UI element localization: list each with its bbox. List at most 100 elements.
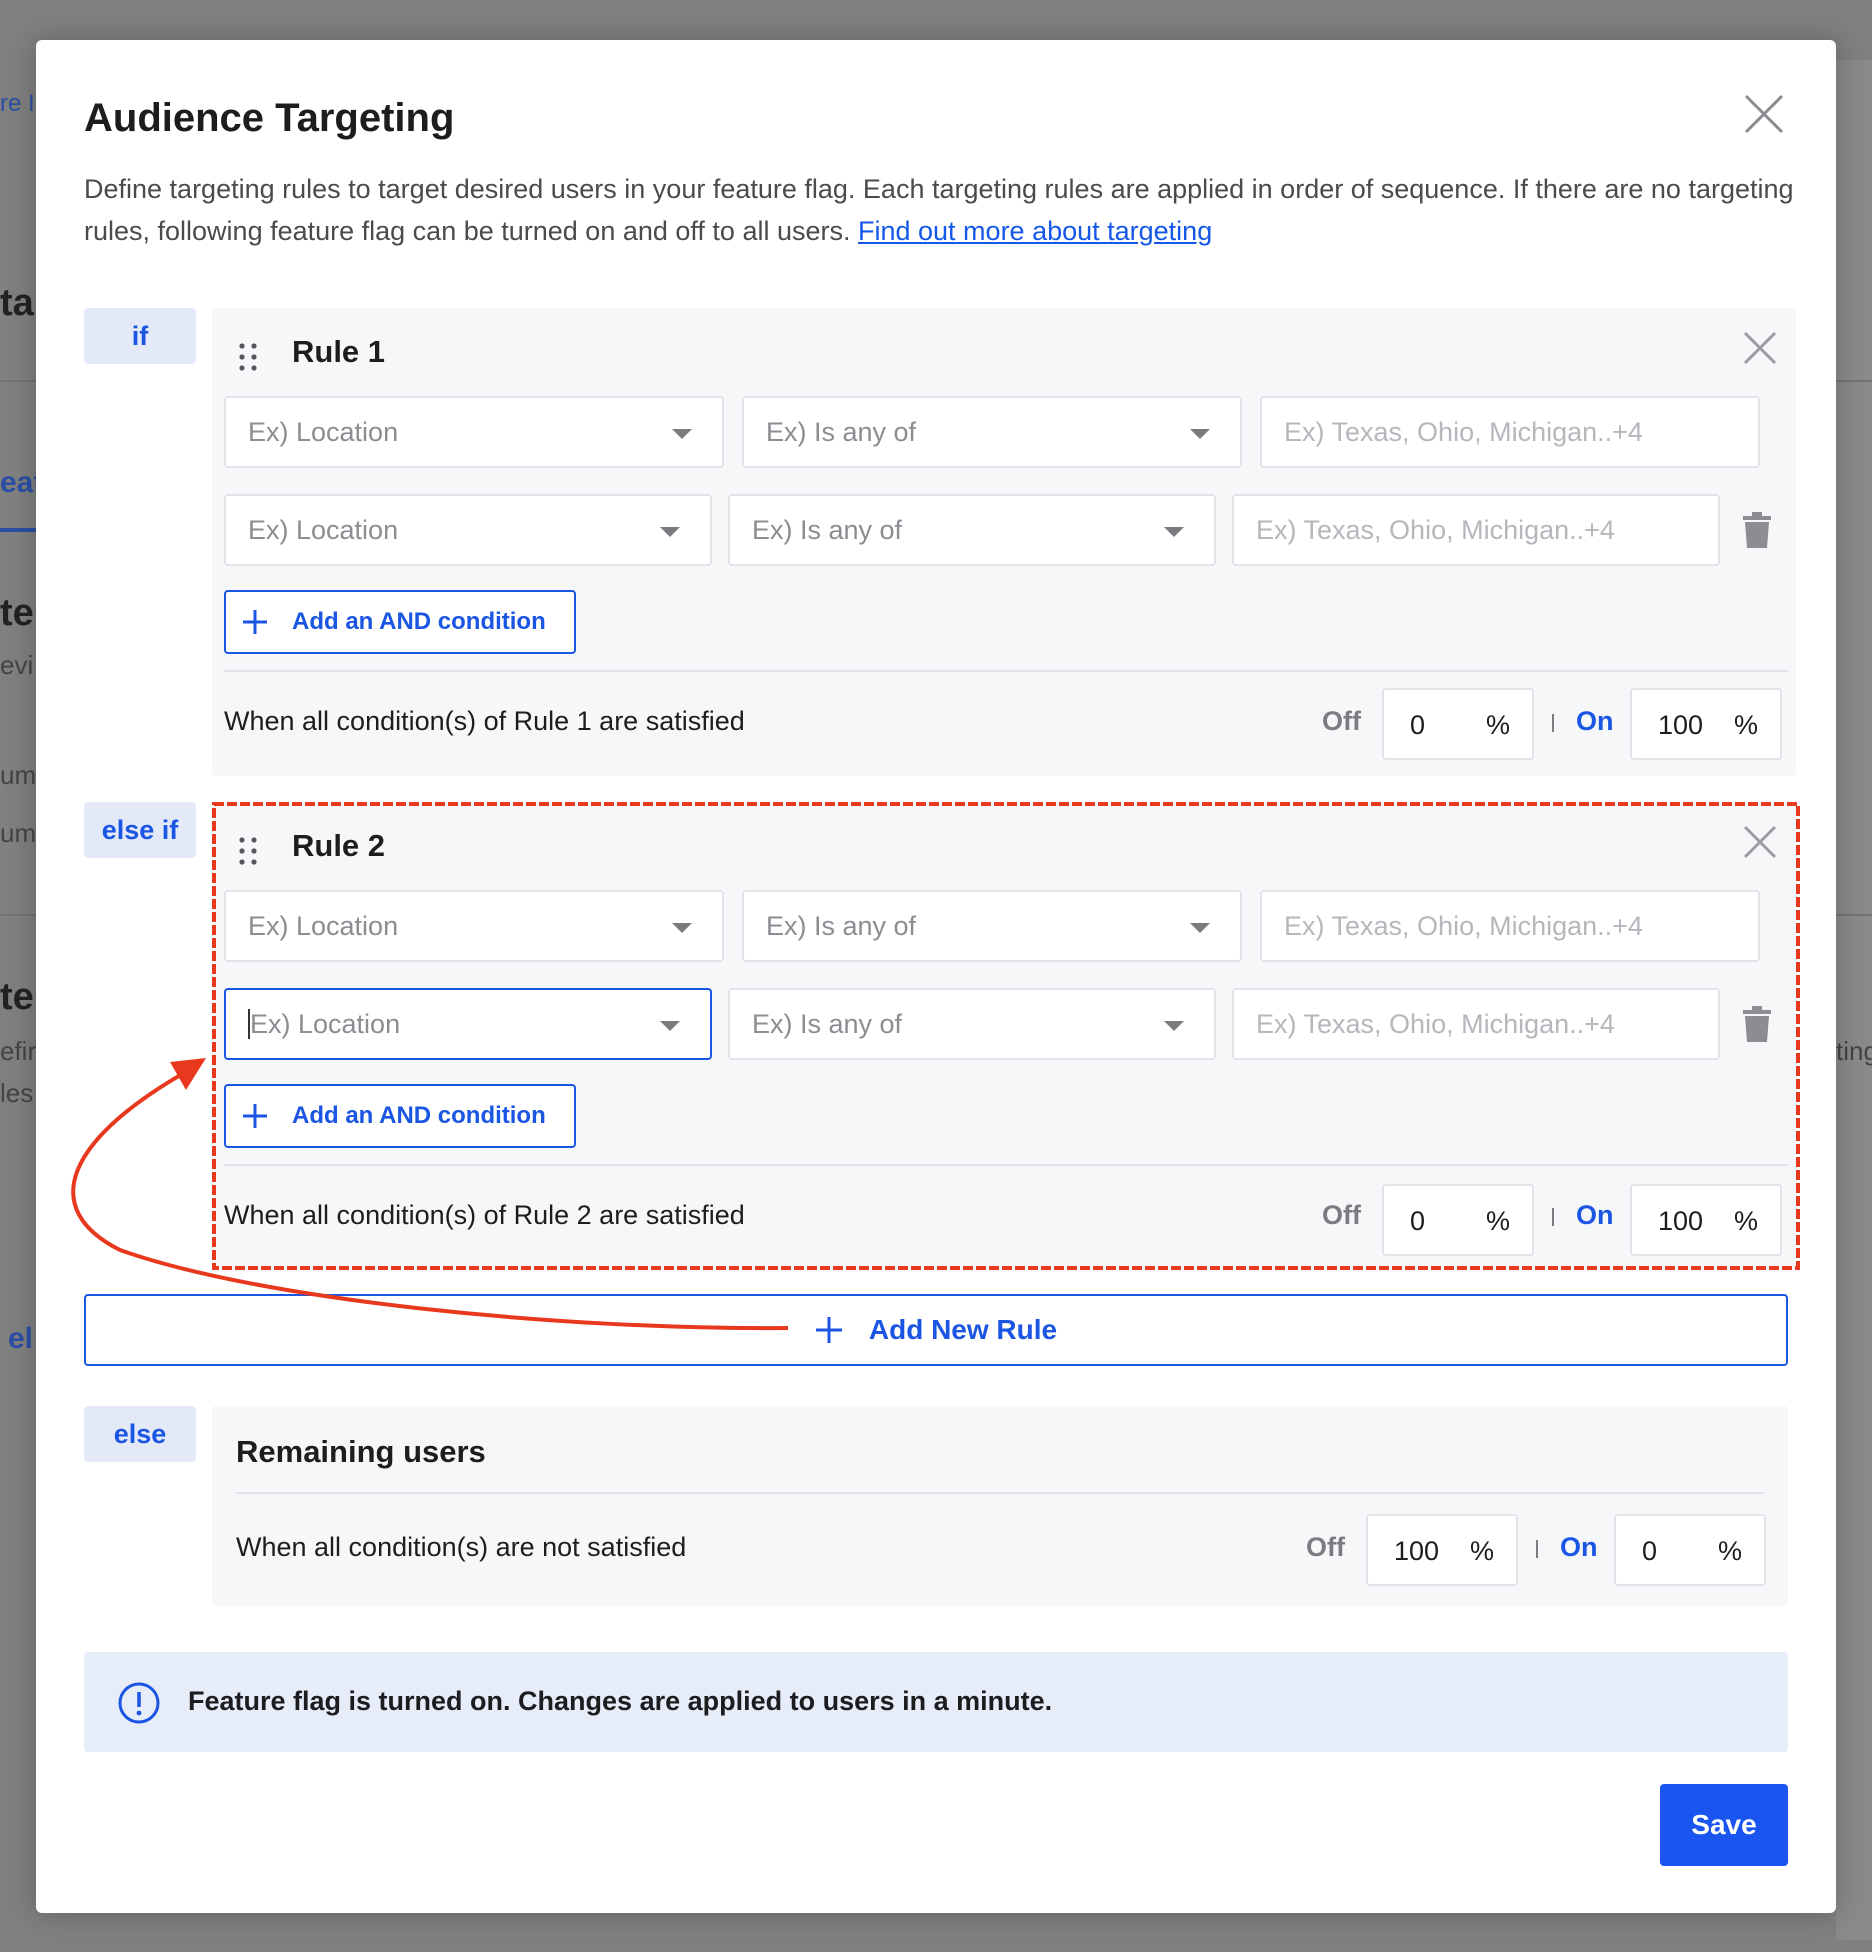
else-tag: else (84, 1406, 196, 1462)
attribute-select[interactable]: Ex) Location (224, 494, 712, 566)
rule-satisfied-text: When all condition(s) of Rule 1 are sati… (224, 706, 745, 736)
learn-more-link[interactable]: Find out more about targeting (858, 216, 1212, 246)
operator-select[interactable]: Ex) Is any of (742, 890, 1242, 962)
background-text: ta (0, 282, 34, 324)
divider (224, 1164, 1788, 1166)
chevron-down-icon (1190, 923, 1210, 933)
off-label: Off (1322, 1200, 1361, 1230)
info-banner: Feature flag is turned on. Changes are a… (84, 1652, 1788, 1752)
close-icon[interactable] (1742, 92, 1786, 136)
add-and-condition-label: Add an AND condition (292, 608, 546, 635)
separator (1536, 1540, 1538, 1558)
info-text: Feature flag is turned on. Changes are a… (188, 1686, 1053, 1716)
operator-select-value: Ex) Is any of (766, 910, 917, 941)
value-input[interactable]: Ex) Texas, Ohio, Michigan..+4 (1260, 890, 1760, 962)
attribute-select-value: Ex) Location (248, 416, 399, 447)
remove-rule-icon[interactable] (1740, 822, 1780, 862)
attribute-select-value: Ex) Location (248, 514, 399, 545)
modal-description: Define targeting rules to target desired… (84, 168, 1804, 252)
percent-symbol: % (1733, 1206, 1758, 1236)
chevron-down-icon (672, 923, 692, 933)
attribute-select-value: Ex) Location (248, 910, 399, 941)
audience-targeting-modal: Audience Targeting Define targeting rule… (36, 40, 1836, 1913)
else-satisfied-text: When all condition(s) are not satisfied (236, 1532, 687, 1562)
chevron-down-icon (1190, 429, 1210, 439)
if-tag: if (84, 308, 196, 364)
add-and-condition-button[interactable]: Add an AND condition (224, 590, 576, 654)
percent-symbol: % (1469, 1536, 1494, 1566)
on-label: On (1576, 1200, 1614, 1230)
percent-symbol: % (1733, 710, 1758, 740)
separator (1552, 714, 1554, 732)
chevron-down-icon (660, 1021, 680, 1031)
value-input-placeholder: Ex) Texas, Ohio, Michigan..+4 (1284, 910, 1643, 941)
divider (224, 670, 1788, 672)
background-text: efir (0, 1036, 37, 1066)
add-and-condition-label: Add an AND condition (292, 1102, 546, 1129)
percent-symbol: % (1485, 1206, 1510, 1236)
on-percent-input[interactable]: 100 % (1630, 1184, 1782, 1256)
plus-icon (243, 610, 267, 634)
plus-icon (815, 1317, 842, 1343)
rule-card-2: Rule 2 Ex) Location Ex) Is any of Ex) Te… (212, 802, 1796, 1272)
trash-icon[interactable] (1742, 512, 1772, 548)
drag-handle-icon[interactable] (234, 340, 262, 374)
value-input-placeholder: Ex) Texas, Ohio, Michigan..+4 (1284, 416, 1643, 447)
rule-card-1: Rule 1 Ex) Location Ex) Is any of Ex) Te… (212, 308, 1796, 776)
chevron-down-icon (660, 527, 680, 537)
attribute-select-focused[interactable]: Ex) Location (224, 988, 712, 1060)
modal-title: Audience Targeting (84, 96, 455, 140)
background-text: te (0, 976, 34, 1018)
value-input[interactable]: Ex) Texas, Ohio, Michigan..+4 (1260, 396, 1760, 468)
off-label: Off (1322, 706, 1361, 736)
off-percent-input[interactable]: 100 % (1366, 1514, 1518, 1586)
attribute-select[interactable]: Ex) Location (224, 396, 724, 468)
remaining-users-title: Remaining users (236, 1434, 486, 1469)
add-new-rule-label: Add New Rule (868, 1314, 1058, 1345)
trash-icon[interactable] (1742, 1006, 1772, 1042)
operator-select[interactable]: Ex) Is any of (728, 494, 1216, 566)
percent-symbol: % (1485, 710, 1510, 740)
off-label: Off (1306, 1532, 1345, 1562)
separator (1552, 1208, 1554, 1226)
on-percent-input[interactable]: 0 % (1614, 1514, 1766, 1586)
add-and-condition-button[interactable]: Add an AND condition (224, 1084, 576, 1148)
remaining-users-card: Remaining users When all condition(s) ar… (212, 1406, 1788, 1606)
remove-rule-icon[interactable] (1740, 328, 1780, 368)
operator-select[interactable]: Ex) Is any of (742, 396, 1242, 468)
value-input[interactable]: Ex) Texas, Ohio, Michigan..+4 (1232, 494, 1720, 566)
info-circle-icon (118, 1682, 160, 1724)
value-input[interactable]: Ex) Texas, Ohio, Michigan..+4 (1232, 988, 1720, 1060)
off-percent-input[interactable]: 0 % (1382, 688, 1534, 760)
value-input-placeholder: Ex) Texas, Ohio, Michigan..+4 (1256, 514, 1615, 545)
operator-select[interactable]: Ex) Is any of (728, 988, 1216, 1060)
background-text: evi (0, 650, 34, 680)
background-tab-indicator (0, 528, 36, 532)
on-percent-value: 0 (1642, 1536, 1658, 1566)
attribute-select[interactable]: Ex) Location (224, 890, 724, 962)
off-percent-value: 100 (1394, 1536, 1440, 1566)
on-percent-value: 100 (1658, 710, 1704, 740)
background-text: te (0, 592, 34, 634)
save-button[interactable]: Save (1660, 1784, 1788, 1866)
background-text: re I (0, 90, 35, 117)
on-percent-input[interactable]: 100 % (1630, 688, 1782, 760)
background-text: el (8, 1322, 34, 1355)
operator-select-value: Ex) Is any of (752, 1008, 903, 1039)
on-percent-value: 100 (1658, 1206, 1704, 1236)
operator-select-value: Ex) Is any of (752, 514, 903, 545)
off-percent-value: 0 (1410, 1206, 1426, 1236)
rule-title: Rule 1 (292, 334, 386, 369)
on-label: On (1560, 1532, 1598, 1562)
drag-handle-icon[interactable] (234, 834, 262, 868)
plus-icon (243, 1104, 267, 1128)
chevron-down-icon (1164, 527, 1184, 537)
attribute-select-value: Ex) Location (250, 1008, 401, 1039)
add-new-rule-button[interactable]: Add New Rule (84, 1294, 1788, 1366)
rule-title: Rule 2 (292, 828, 386, 863)
else-if-tag: else if (84, 802, 196, 858)
on-label: On (1576, 706, 1614, 736)
divider (236, 1492, 1764, 1494)
chevron-down-icon (1164, 1021, 1184, 1031)
off-percent-input[interactable]: 0 % (1382, 1184, 1534, 1256)
